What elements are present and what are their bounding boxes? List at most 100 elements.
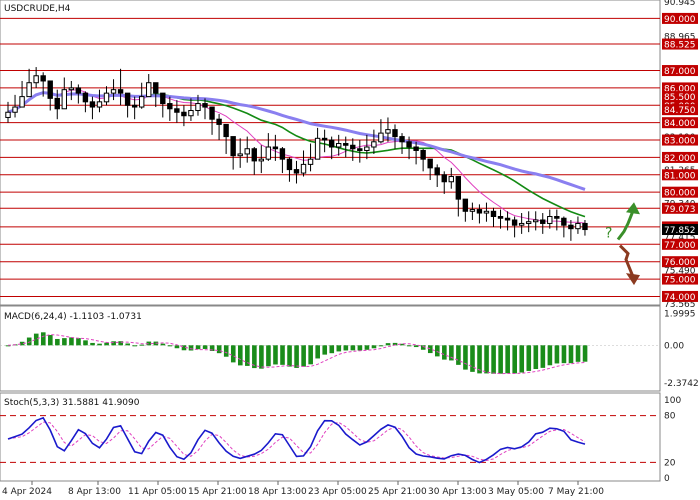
- candle-body: [33, 75, 39, 84]
- macd-bar: [582, 345, 588, 362]
- candle-body: [167, 103, 173, 110]
- candle-body: [504, 217, 511, 221]
- candle: [314, 127, 321, 160]
- macd-tick-label: 1.9995: [664, 310, 696, 320]
- price-level-label: 80.000: [664, 189, 696, 199]
- candle-body: [554, 216, 560, 219]
- candle: [582, 219, 588, 236]
- candle-body: [335, 143, 342, 148]
- macd-bar: [484, 345, 489, 374]
- macd-bar: [491, 345, 496, 374]
- candle-body: [406, 141, 412, 148]
- candle-body: [434, 167, 440, 176]
- time-tick-label: 15 Apr 21:00: [188, 487, 247, 497]
- macd-bar: [364, 345, 370, 350]
- macd-bar: [350, 345, 356, 351]
- candle-body: [321, 137, 328, 141]
- candle-body: [96, 101, 103, 108]
- candle-body: [455, 176, 462, 200]
- candle: [490, 207, 497, 227]
- candle-body: [258, 158, 265, 162]
- price-tick-label: 90.945: [664, 0, 696, 8]
- candle-body: [364, 146, 370, 151]
- candle-body: [490, 210, 497, 218]
- macd-bar: [26, 337, 32, 346]
- macd-bar: [195, 345, 201, 350]
- candle-body: [357, 148, 363, 151]
- macd-bar: [167, 345, 173, 347]
- candle-body: [19, 96, 25, 108]
- macd-tick-label: 0.00: [664, 341, 684, 351]
- macd-bar: [160, 343, 166, 346]
- candle-body: [138, 96, 145, 108]
- macd-bar: [498, 345, 503, 374]
- candle-body: [209, 106, 215, 120]
- support-resistance-levels: [0, 17, 660, 297]
- candle-body: [385, 129, 391, 134]
- macd-bar: [62, 338, 67, 346]
- stochastic-tick-label: 20: [664, 458, 676, 468]
- macd-bar: [48, 335, 53, 346]
- price-pane: ? USDCRUDE,H4: [0, 0, 661, 306]
- candle: [371, 129, 377, 154]
- macd-bar: [237, 345, 243, 366]
- candle: [420, 148, 426, 172]
- candle-body: [314, 137, 321, 160]
- macd-bar: [322, 345, 328, 355]
- macd-bar: [540, 345, 546, 368]
- candle-body: [40, 75, 46, 82]
- macd-bar: [357, 345, 363, 351]
- candle: [533, 211, 539, 231]
- macd-bar: [223, 345, 229, 357]
- candle-body: [26, 82, 32, 98]
- macd-bar: [188, 345, 194, 351]
- candle: [293, 160, 300, 184]
- candle-body: [462, 198, 469, 212]
- candle-body: [223, 123, 229, 138]
- macd-bar: [505, 345, 510, 374]
- candle-body: [237, 153, 243, 157]
- macd-bar: [69, 337, 74, 346]
- candle: [321, 129, 328, 153]
- candle: [258, 145, 265, 174]
- candle-body: [582, 222, 588, 231]
- price-level-label: 85.500: [664, 93, 696, 103]
- candle-body: [568, 224, 574, 230]
- candle-body: [483, 210, 490, 214]
- candle: [230, 136, 236, 170]
- candle: [47, 80, 53, 111]
- candle: [568, 219, 574, 241]
- candle-body: [441, 174, 447, 183]
- macd-bar: [406, 345, 412, 347]
- candle-body: [371, 141, 377, 148]
- candle: [540, 213, 546, 234]
- candle: [441, 171, 447, 194]
- macd-bar: [216, 345, 222, 354]
- macd-bar: [90, 342, 95, 346]
- candle-body: [469, 209, 476, 212]
- candle: [188, 98, 194, 121]
- candle-body: [497, 216, 504, 219]
- stochastic-signal-line: [7, 421, 586, 462]
- macd-bar: [294, 345, 299, 368]
- candle-body: [160, 92, 166, 105]
- candlesticks: [5, 67, 588, 241]
- macd-bar: [273, 345, 278, 365]
- macd-bar: [336, 345, 342, 352]
- candle-body: [533, 219, 539, 223]
- macd-bar: [463, 345, 468, 370]
- stochastic-tick-label: 100: [664, 396, 681, 406]
- time-tick-label: 25 Apr 21:00: [368, 487, 427, 497]
- candle: [462, 198, 469, 222]
- macd-bar: [329, 345, 335, 354]
- candle: [209, 106, 215, 135]
- macd-bar: [427, 345, 433, 354]
- candle-body: [89, 101, 96, 108]
- price-level-label: 76.000: [664, 258, 696, 268]
- candle: [504, 211, 511, 231]
- price-level-label: 88.525: [664, 41, 696, 51]
- candle: [89, 96, 96, 120]
- candle: [61, 77, 67, 110]
- candle-body: [272, 146, 279, 150]
- macd-bar: [385, 343, 391, 346]
